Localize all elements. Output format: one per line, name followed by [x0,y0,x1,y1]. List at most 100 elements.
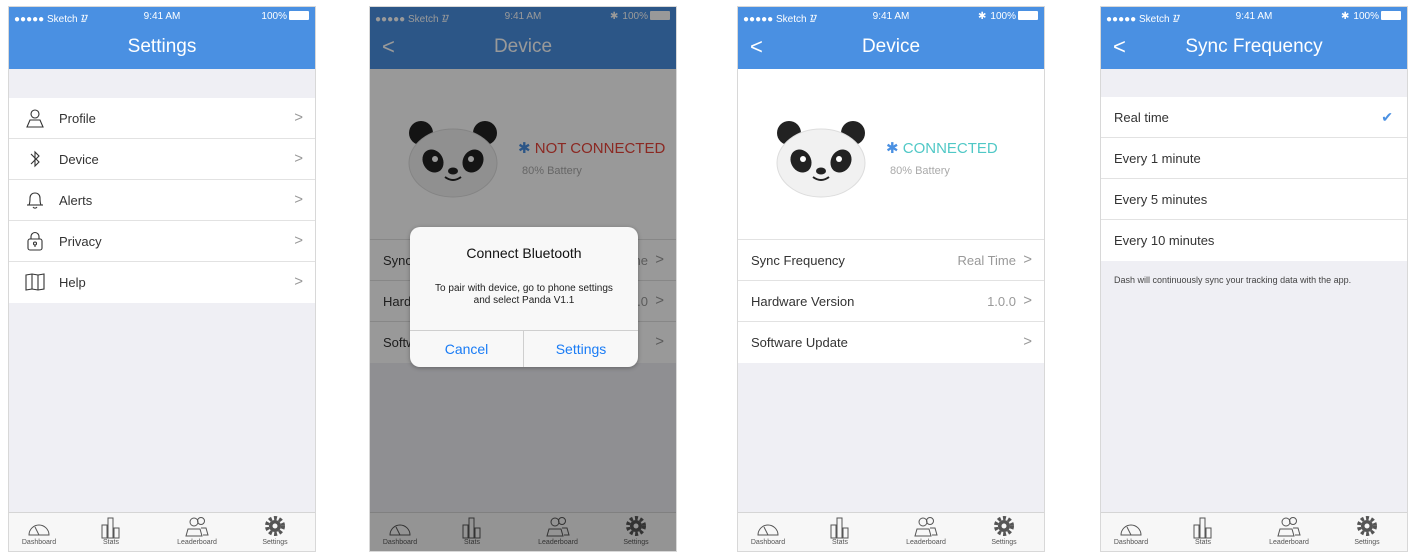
tab-settings[interactable]: Settings [974,515,1034,546]
panda-device-image [776,121,866,198]
sync-options-list: Real time ✔ Every 1 minute Every 5 minute… [1101,97,1407,261]
tab-stats[interactable]: Stats [810,515,870,546]
book-icon [25,273,45,291]
bell-icon [27,192,43,209]
tab-dashboard[interactable]: Dashboard [1101,515,1161,546]
tab-label: Settings [991,539,1017,546]
settings-row-profile[interactable]: Profile > [9,98,315,139]
speedometer-icon [1120,524,1142,536]
nav-bar: ●●●●● Sketch ᮻ 9:41 AM 100% Settings [9,7,315,69]
tab-leaderboard[interactable]: Leaderboard [896,515,956,546]
user-icon [26,109,44,128]
row-label: Alerts [59,193,93,208]
nav-bar: ●●●●● Sketch ᮻ 9:41 AM ✱ 100% < Device [738,7,1044,69]
status-bar: ●●●●● Sketch ᮻ 9:41 AM ✱ 100% [1101,11,1407,25]
tab-leaderboard[interactable]: Leaderboard [167,515,227,546]
bluetooth-status-icon: ✱ [978,11,987,22]
tab-label: Dashboard [21,539,57,546]
tab-label: Stats [1195,539,1211,546]
tab-bar: Dashboard Stats Leaderboard Settings [9,512,315,551]
settings-button[interactable]: Settings [524,331,638,367]
chevron-right-icon: > [294,150,303,167]
tab-dashboard[interactable]: Dashboard [9,515,69,546]
users-icon [914,517,938,537]
option-every-10-minutes[interactable]: Every 10 minutes [1101,220,1407,261]
settings-list: Profile > Device > Alerts > Privacy > He… [9,98,315,303]
tab-label: Stats [103,539,119,546]
battery-indicator: 100% [261,11,309,22]
tab-bar: Dashboard Stats Leaderboard Settings [738,512,1044,551]
page-title: Settings [127,36,197,57]
alert-message: To pair with device, go to phone setting… [435,283,613,306]
alert-buttons: Cancel Settings [410,330,638,367]
row-label: Privacy [59,234,102,249]
settings-row-device[interactable]: Device > [9,139,315,180]
chevron-right-icon: > [294,109,303,126]
bluetooth-icon: ✱ [886,140,899,157]
tab-settings[interactable]: Settings [245,515,305,546]
row-label: Profile [59,111,96,126]
option-every-1-minute[interactable]: Every 1 minute [1101,138,1407,179]
tab-label: Dashboard [1113,539,1149,546]
chevron-right-icon: > [1023,251,1032,268]
bluetooth-status-icon: ✱ [1341,11,1350,22]
battery-icon [1381,11,1401,20]
page-title: Device [861,36,921,57]
tab-label: Leaderboard [906,539,946,546]
nav-bar: ●●●●● Sketch ᮻ 9:41 AM ✱ 100% < Sync Freq… [1101,7,1407,69]
row-label: Device [59,152,99,167]
cancel-button[interactable]: Cancel [410,331,524,367]
row-sync-frequency[interactable]: Sync Frequency Real Time > [738,240,1044,281]
device-list: Sync Frequency Real Time > Hardware Versio… [738,240,1044,363]
bar-chart-icon [101,517,120,539]
tab-dashboard[interactable]: Dashboard [738,515,798,546]
chevron-right-icon: > [1023,333,1032,350]
device-card: ✱ CONNECTED 80% Battery [738,69,1044,240]
tab-label: Leaderboard [1269,539,1309,546]
tab-stats[interactable]: Stats [1173,515,1233,546]
gear-icon [1357,516,1377,536]
option-every-5-minutes[interactable]: Every 5 minutes [1101,179,1407,220]
tab-label: Stats [832,539,848,546]
speedometer-icon [757,524,779,536]
page-title: Sync Frequency [1185,36,1323,57]
settings-screen: ●●●●● Sketch ᮻ 9:41 AM 100% Settings Pro… [8,6,316,552]
option-real-time[interactable]: Real time ✔ [1101,97,1407,138]
bar-chart-icon [1193,517,1212,539]
battery-level: 80% Battery [890,165,950,177]
status-bar: ●●●●● Sketch ᮻ 9:41 AM 100% [9,11,315,25]
tab-settings[interactable]: Settings [1337,515,1397,546]
sync-frequency-screen: ●●●●● Sketch ᮻ 9:41 AM ✱ 100% < Sync Freq… [1100,6,1408,552]
users-icon [1277,517,1301,537]
chevron-right-icon: > [1023,292,1032,309]
checkmark-icon: ✔ [1381,109,1393,125]
alert-title: Connect Bluetooth [466,245,582,261]
settings-row-alerts[interactable]: Alerts > [9,180,315,221]
device-not-connected-screen: ●●●●● Sketch ᮻ 9:41 AM ✱ 100% < Device ✱ … [369,6,677,552]
tab-stats[interactable]: Stats [81,515,141,546]
chevron-right-icon: > [294,232,303,249]
battery-indicator: ✱ 100% [1341,11,1401,22]
bluetooth-alert-dialog: Connect Bluetooth To pair with device, g… [410,227,638,367]
settings-row-privacy[interactable]: Privacy > [9,221,315,262]
speedometer-icon [28,524,50,536]
tab-label: Settings [262,539,288,546]
gear-icon [265,516,285,536]
chevron-right-icon: > [294,191,303,208]
gear-icon [994,516,1014,536]
device-connected-screen: ●●●●● Sketch ᮻ 9:41 AM ✱ 100% < Device ✱ … [737,6,1045,552]
battery-icon [1018,11,1038,20]
tab-label: Settings [1354,539,1380,546]
row-hardware-version[interactable]: Hardware Version 1.0.0 > [738,281,1044,322]
settings-row-help[interactable]: Help > [9,262,315,303]
battery-icon [289,11,309,20]
tab-leaderboard[interactable]: Leaderboard [1259,515,1319,546]
row-software-update[interactable]: Software Update > [738,322,1044,363]
row-label: Help [59,275,86,290]
lock-icon [27,231,43,251]
chevron-right-icon: > [294,273,303,290]
tab-bar: Dashboard Stats Leaderboard Settings [1101,512,1407,551]
bar-chart-icon [830,517,849,539]
tab-label: Dashboard [750,539,786,546]
bluetooth-icon [30,150,40,168]
